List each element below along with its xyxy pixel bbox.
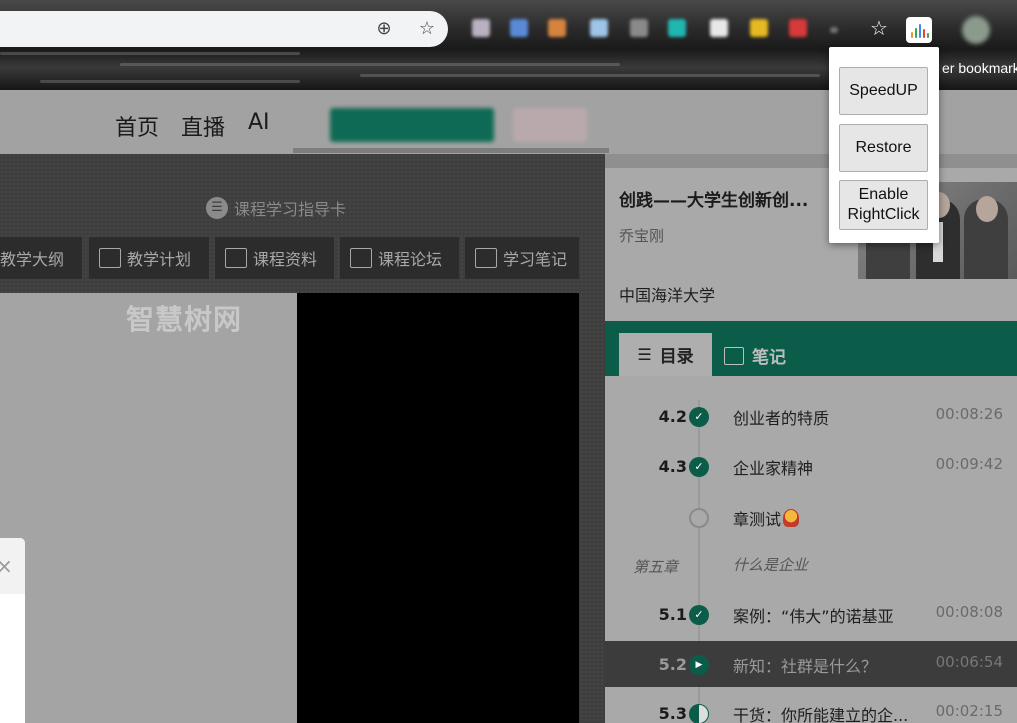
study-guide-link[interactable]: ☰ 课程学习指导卡: [206, 196, 346, 220]
calendar-icon: [99, 248, 121, 268]
lesson-number: 5.2: [658, 655, 687, 674]
video-player[interactable]: [297, 293, 579, 723]
background-streak: [120, 63, 620, 66]
tab-study-notes[interactable]: 学习笔记: [465, 237, 579, 279]
teacher-name: 乔宝刚: [619, 227, 665, 245]
extension-icon[interactable]: [830, 27, 838, 33]
lesson-title: 案例：“伟大”的诺基亚: [733, 607, 894, 626]
lesson-duration: 00:09:42: [935, 455, 1003, 473]
tab-materials[interactable]: 课程资料: [215, 237, 334, 279]
cover-face: [976, 196, 998, 222]
extension-icon[interactable]: [510, 19, 528, 37]
tab-syllabus-label: 教学大纲: [0, 250, 65, 269]
chapter-test-row[interactable]: 章测试: [605, 494, 1017, 540]
lesson-duration: 00:02:15: [935, 702, 1003, 720]
restore-button[interactable]: Restore: [839, 124, 928, 172]
enable-rightclick-line1: Enable: [858, 186, 909, 203]
check-icon: ✓: [689, 457, 709, 477]
extension-icon[interactable]: [548, 19, 566, 37]
chat-icon: [350, 248, 372, 268]
extension-icon[interactable]: [590, 19, 608, 37]
tab-catalog-label: 目录: [659, 347, 694, 367]
enable-rightclick-button[interactable]: Enable RightClick: [839, 180, 928, 230]
speedup-button[interactable]: SpeedUP: [839, 67, 928, 115]
zoom-icon[interactable]: ⊕: [373, 18, 395, 40]
half-progress-icon: [689, 704, 709, 723]
nav-ai[interactable]: AI: [248, 110, 270, 135]
extension-icon[interactable]: [630, 19, 648, 37]
lesson-number: 4.3: [658, 457, 687, 476]
lesson-duration: 00:08:26: [935, 405, 1003, 423]
tab-forum-label: 课程论坛: [378, 250, 443, 269]
tab-teaching-plan-label: 教学计划: [127, 250, 192, 269]
chapter-row: 第五章 什么是企业: [605, 542, 1017, 588]
list-icon: ☰: [206, 197, 228, 219]
extension-icon[interactable]: [472, 19, 490, 37]
side-dialog: ×: [0, 538, 25, 723]
tab-teaching-plan[interactable]: 教学计划: [89, 237, 209, 279]
bookmarks-bar-text[interactable]: er bookmark: [942, 60, 1017, 76]
medal-icon: [783, 509, 800, 527]
lesson-title: 章测试: [733, 506, 800, 530]
course-title: 创践——大学生创新创...: [619, 191, 809, 211]
tab-forum[interactable]: 课程论坛: [340, 237, 459, 279]
lesson-row[interactable]: 5.3 干货：你所能建立的企... 00:02:15: [605, 690, 1017, 723]
bookmark-star-icon[interactable]: ☆: [416, 18, 438, 40]
star-icon[interactable]: ☆: [866, 15, 892, 41]
video-player-sidebar: [0, 293, 297, 723]
user-menu[interactable]: [513, 108, 587, 142]
school-name: 中国海洋大学: [619, 286, 716, 305]
tab-notes-label: 笔记: [752, 348, 786, 368]
edit-icon: [475, 248, 497, 268]
folder-icon: [225, 248, 247, 268]
background-streak: [360, 74, 820, 77]
lesson-row-active[interactable]: 5.2 ▶ 新知：社群是什么？ 00:06:54: [605, 641, 1017, 687]
extension-icon[interactable]: [710, 19, 728, 37]
lesson-title: 创业者的特质: [733, 409, 830, 428]
lesson-duration: 00:06:54: [935, 653, 1003, 671]
circle-icon: [689, 508, 709, 528]
chapter-number: 第五章: [633, 558, 679, 576]
list-icon: ☰: [637, 345, 652, 364]
chapter-test-label: 章测试: [733, 510, 782, 529]
check-icon: ✓: [689, 605, 709, 625]
tab-syllabus[interactable]: 教学大纲: [0, 237, 82, 279]
lesson-number: 5.1: [658, 605, 687, 624]
lesson-row[interactable]: 5.1 ✓ 案例：“伟大”的诺基亚 00:08:08: [605, 591, 1017, 637]
tab-notes[interactable]: 笔记: [724, 343, 786, 368]
lesson-duration: 00:08:08: [935, 603, 1003, 621]
chapter-title: 什么是企业: [733, 556, 809, 574]
study-guide-label: 课程学习指导卡: [234, 200, 347, 219]
background-streak: [0, 52, 300, 55]
speedup-extension-icon[interactable]: [906, 17, 932, 43]
lesson-title: 干货：你所能建立的企...: [733, 706, 909, 723]
lesson-title: 企业家精神: [733, 459, 814, 478]
close-icon[interactable]: ×: [0, 554, 13, 578]
enable-rightclick-line2: RightClick: [847, 206, 920, 223]
extension-popup: SpeedUP Restore Enable RightClick: [829, 47, 939, 243]
lesson-number: 4.2: [658, 407, 687, 426]
extension-icon[interactable]: [789, 19, 807, 37]
lesson-title: 新知：社群是什么？: [733, 657, 878, 676]
play-icon: ▶: [689, 655, 709, 675]
nav-home[interactable]: 首页: [115, 110, 159, 142]
profile-avatar[interactable]: [962, 16, 990, 44]
extension-icon[interactable]: [668, 19, 686, 37]
check-icon: ✓: [689, 407, 709, 427]
lesson-number: 5.3: [658, 704, 687, 723]
lesson-row[interactable]: 4.3 ✓ 企业家精神 00:09:42: [605, 443, 1017, 489]
tab-study-notes-label: 学习笔记: [503, 250, 568, 269]
nav-underline: [293, 148, 609, 153]
background-streak: [40, 80, 300, 83]
watermark-logo: 智慧树网: [126, 303, 243, 336]
nav-live[interactable]: 直播: [181, 110, 225, 142]
lesson-row[interactable]: 4.2 ✓ 创业者的特质 00:08:26: [605, 393, 1017, 439]
extension-icon[interactable]: [750, 19, 768, 37]
user-account-badge[interactable]: [330, 108, 494, 142]
edit-icon: [724, 346, 744, 365]
tab-materials-label: 课程资料: [253, 250, 318, 269]
tab-catalog[interactable]: ☰ 目录: [619, 333, 712, 376]
